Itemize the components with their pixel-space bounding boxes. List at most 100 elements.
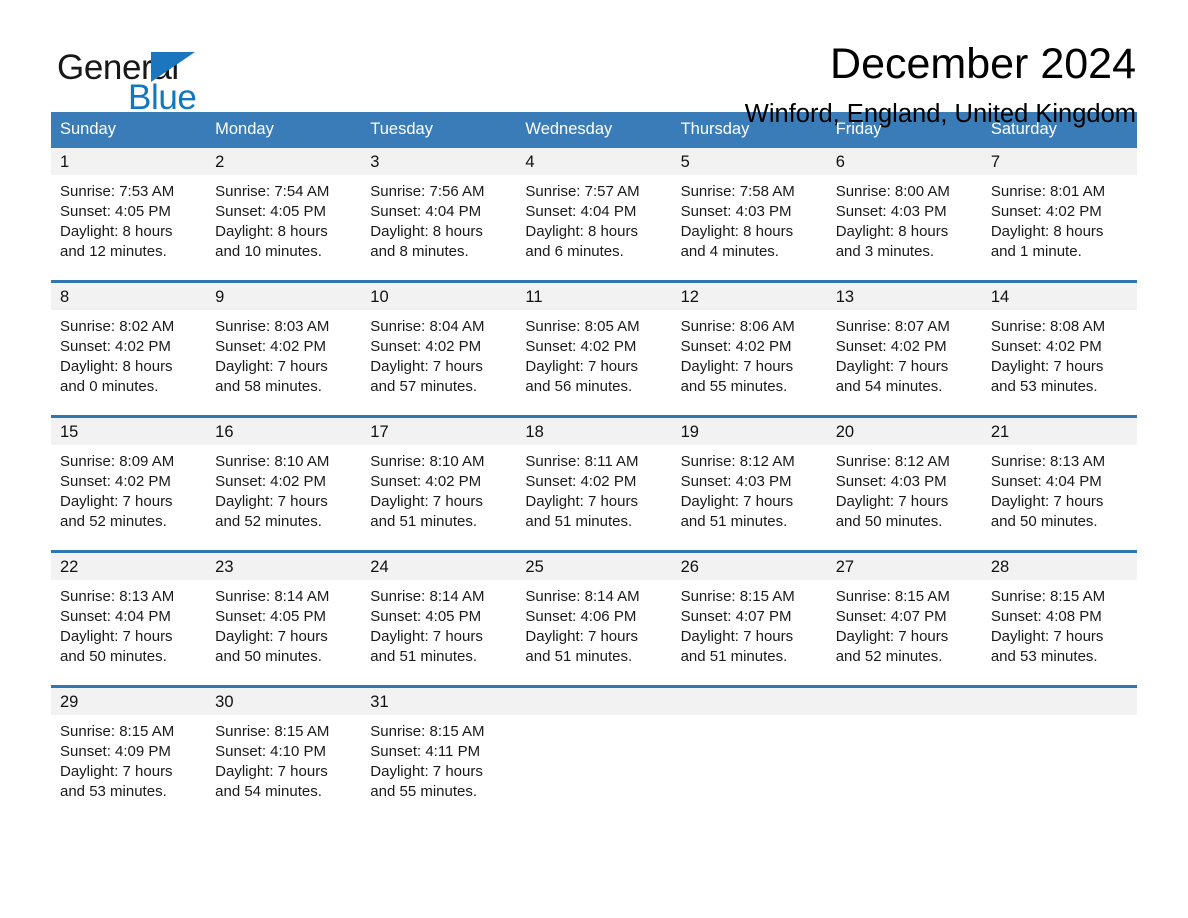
day-cell-26[interactable]: 26 Sunrise: 8:15 AM Sunset: 4:07 PM Dayligh… [671, 553, 827, 669]
day-cell-23[interactable]: 23 Sunrise: 8:14 AM Sunset: 4:05 PM Dayligh… [206, 553, 362, 669]
day-cell-29[interactable]: 29 Sunrise: 8:15 AM Sunset: 4:09 PM Dayligh… [51, 688, 207, 804]
generalblue-logo: General Blue [57, 40, 207, 115]
day-cell-1[interactable]: 1 Sunrise: 7:53 AM Sunset: 4:05 PM Daylight… [51, 148, 207, 264]
sunrise-text: Sunrise: 8:07 AM [835, 318, 950, 336]
day-cell-16[interactable]: 16 Sunrise: 8:10 AM Sunset: 4:02 PM Dayligh… [206, 418, 362, 534]
sunrise-text: Sunrise: 8:14 AM [525, 588, 640, 606]
day-number: 7 [981, 148, 1137, 176]
day-number [826, 688, 982, 716]
day-cell-2[interactable]: 2 Sunrise: 7:54 AM Sunset: 4:05 PM Daylight… [206, 148, 362, 264]
calendar-week-row: 8 Sunrise: 8:02 AM Sunset: 4:02 PM Daylight… [51, 280, 1137, 399]
daylight-text-cont: and 51 minutes. [370, 513, 478, 531]
calendar-weeks: 1 Sunrise: 7:53 AM Sunset: 4:05 PM Daylight… [51, 148, 1137, 804]
day-number: 31 [361, 688, 517, 716]
day-number: 15 [51, 418, 207, 446]
day-number: 20 [826, 418, 982, 446]
day-details: Sunrise: 8:12 AM Sunset: 4:03 PM Daylight:… [827, 445, 982, 533]
day-cell-7[interactable]: 7 Sunrise: 8:01 AM Sunset: 4:02 PM Daylight… [981, 148, 1137, 264]
day-cell-28[interactable]: 28 Sunrise: 8:15 AM Sunset: 4:08 PM Dayligh… [981, 553, 1137, 669]
sunset-text: Sunset: 4:03 PM [835, 203, 947, 221]
daylight-text: Daylight: 7 hours [60, 628, 173, 646]
weekday-header-sunday: Sunday [60, 120, 116, 138]
sunrise-text: Sunrise: 8:00 AM [835, 183, 950, 201]
day-details: Sunrise: 8:15 AM Sunset: 4:07 PM Daylight:… [672, 580, 827, 668]
day-details: Sunrise: 8:14 AM Sunset: 4:06 PM Daylight:… [516, 580, 671, 668]
day-cell-12[interactable]: 12 Sunrise: 8:06 AM Sunset: 4:02 PM Dayligh… [671, 283, 827, 399]
day-cell-17[interactable]: 17 Sunrise: 8:10 AM Sunset: 4:02 PM Dayligh… [361, 418, 517, 534]
day-cell-5[interactable]: 5 Sunrise: 7:58 AM Sunset: 4:03 PM Daylight… [671, 148, 827, 264]
daylight-text: Daylight: 7 hours [525, 628, 638, 646]
day-details: Sunrise: 8:11 AM Sunset: 4:02 PM Daylight:… [516, 445, 671, 533]
sunset-text: Sunset: 4:05 PM [215, 203, 327, 221]
day-details: Sunrise: 8:14 AM Sunset: 4:05 PM Daylight:… [206, 580, 361, 668]
sunset-text: Sunset: 4:04 PM [60, 608, 171, 626]
sunrise-text: Sunrise: 8:15 AM [215, 723, 330, 741]
day-number: 30 [206, 688, 362, 716]
daylight-text-cont: and 51 minutes. [680, 513, 788, 531]
day-cell-14[interactable]: 14 Sunrise: 8:08 AM Sunset: 4:02 PM Dayligh… [981, 283, 1137, 399]
day-cell-27[interactable]: 27 Sunrise: 8:15 AM Sunset: 4:07 PM Dayligh… [826, 553, 982, 669]
sunset-text: Sunset: 4:02 PM [370, 473, 482, 491]
daylight-text-cont: and 51 minutes. [370, 648, 478, 666]
day-cell-21[interactable]: 21 Sunrise: 8:13 AM Sunset: 4:04 PM Dayligh… [981, 418, 1137, 534]
daylight-text-cont: and 3 minutes. [835, 243, 935, 261]
sunrise-text: Sunrise: 7:57 AM [525, 183, 640, 201]
day-details: Sunrise: 8:13 AM Sunset: 4:04 PM Daylight:… [51, 580, 206, 668]
day-cell-13[interactable]: 13 Sunrise: 8:07 AM Sunset: 4:02 PM Dayligh… [826, 283, 982, 399]
day-number: 13 [826, 283, 982, 311]
daylight-text-cont: and 57 minutes. [370, 378, 478, 396]
daylight-text: Daylight: 7 hours [835, 493, 949, 511]
day-cell-30[interactable]: 30 Sunrise: 8:15 AM Sunset: 4:10 PM Dayligh… [206, 688, 362, 804]
daylight-text: Daylight: 8 hours [680, 223, 794, 241]
day-cell-3[interactable]: 3 Sunrise: 7:56 AM Sunset: 4:04 PM Daylight… [361, 148, 517, 264]
sunrise-text: Sunrise: 8:06 AM [680, 318, 795, 336]
day-details: Sunrise: 7:53 AM Sunset: 4:05 PM Daylight:… [51, 175, 206, 263]
daylight-text-cont: and 51 minutes. [525, 648, 633, 666]
daylight-text: Daylight: 7 hours [370, 493, 483, 511]
daylight-text: Daylight: 7 hours [835, 358, 949, 376]
day-cell-9[interactable]: 9 Sunrise: 8:03 AM Sunset: 4:02 PM Daylight… [206, 283, 362, 399]
day-number: 11 [516, 283, 672, 311]
day-cell-25[interactable]: 25 Sunrise: 8:14 AM Sunset: 4:06 PM Dayligh… [516, 553, 672, 669]
calendar-page: General Blue December 2024 Winford, Engl… [0, 0, 1188, 918]
daylight-text-cont: and 50 minutes. [835, 513, 943, 531]
day-details [672, 715, 827, 803]
daylight-text-cont: and 8 minutes. [370, 243, 469, 261]
day-cell-20[interactable]: 20 Sunrise: 8:12 AM Sunset: 4:03 PM Dayligh… [826, 418, 982, 534]
day-cell-18[interactable]: 18 Sunrise: 8:11 AM Sunset: 4:02 PM Dayligh… [516, 418, 672, 534]
daylight-text-cont: and 55 minutes. [680, 378, 788, 396]
day-cell-31[interactable]: 31 Sunrise: 8:15 AM Sunset: 4:11 PM Dayligh… [361, 688, 517, 804]
daylight-text-cont: and 50 minutes. [215, 648, 322, 666]
sunset-text: Sunset: 4:05 PM [60, 203, 171, 221]
day-cell-6[interactable]: 6 Sunrise: 8:00 AM Sunset: 4:03 PM Daylight… [826, 148, 982, 264]
day-number: 16 [206, 418, 362, 446]
sunset-text: Sunset: 4:08 PM [990, 608, 1102, 626]
daylight-text: Daylight: 8 hours [370, 223, 483, 241]
day-cell-8[interactable]: 8 Sunrise: 8:02 AM Sunset: 4:02 PM Daylight… [51, 283, 207, 399]
day-cell-15[interactable]: 15 Sunrise: 8:09 AM Sunset: 4:02 PM Dayligh… [51, 418, 207, 534]
day-details: Sunrise: 8:14 AM Sunset: 4:05 PM Daylight:… [361, 580, 516, 668]
day-details: Sunrise: 8:10 AM Sunset: 4:02 PM Daylight:… [361, 445, 516, 533]
week-spacer [51, 398, 1137, 416]
day-number [671, 688, 827, 716]
day-cell-24[interactable]: 24 Sunrise: 8:14 AM Sunset: 4:05 PM Dayligh… [361, 553, 517, 669]
sunset-text: Sunset: 4:02 PM [370, 338, 482, 356]
day-cell-11[interactable]: 11 Sunrise: 8:05 AM Sunset: 4:02 PM Dayligh… [516, 283, 672, 399]
weekday-header-row: Sunday Monday Tuesday Wednesday Thursday Frid… [51, 112, 1137, 149]
sunrise-text: Sunrise: 8:13 AM [990, 453, 1106, 471]
day-details: Sunrise: 8:00 AM Sunset: 4:03 PM Daylight:… [827, 175, 982, 263]
day-cell-10[interactable]: 10 Sunrise: 8:04 AM Sunset: 4:02 PM Dayligh… [361, 283, 517, 399]
day-cell-4[interactable]: 4 Sunrise: 7:57 AM Sunset: 4:04 PM Daylight… [516, 148, 672, 264]
day-number: 22 [51, 553, 207, 581]
day-cell-22[interactable]: 22 Sunrise: 8:13 AM Sunset: 4:04 PM Dayligh… [51, 553, 207, 669]
day-number: 12 [671, 283, 827, 311]
sunset-text: Sunset: 4:07 PM [680, 608, 792, 626]
day-details: Sunrise: 7:58 AM Sunset: 4:03 PM Daylight:… [672, 175, 827, 263]
daylight-text-cont: and 4 minutes. [680, 243, 779, 261]
day-cell-empty [671, 688, 827, 804]
day-number: 8 [51, 283, 207, 311]
daylight-text: Daylight: 8 hours [60, 223, 173, 241]
day-cell-19[interactable]: 19 Sunrise: 8:12 AM Sunset: 4:03 PM Dayligh… [671, 418, 827, 534]
day-details [982, 715, 1137, 803]
daylight-text: Daylight: 7 hours [525, 358, 638, 376]
